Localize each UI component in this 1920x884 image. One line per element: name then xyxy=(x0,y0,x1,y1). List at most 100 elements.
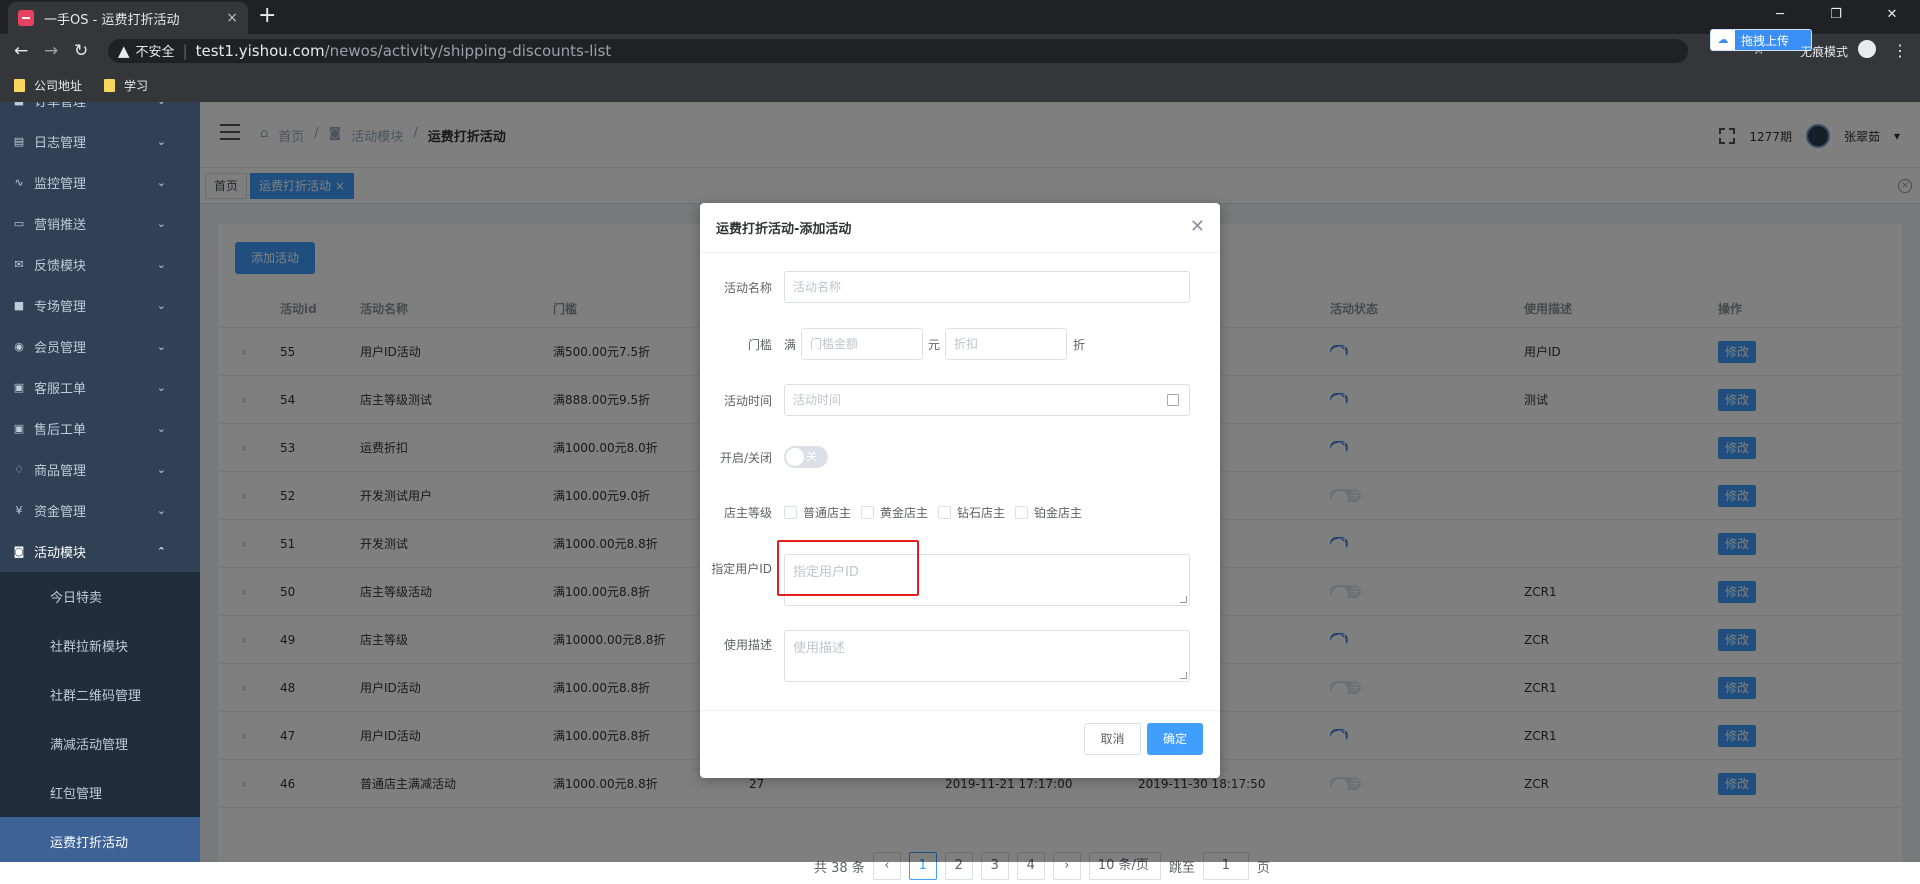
toggle-label: 开启/关闭 xyxy=(719,450,772,465)
threshold-amount-input[interactable]: 门槛金额 xyxy=(801,328,924,360)
monitor-icon: ∿ xyxy=(14,176,24,189)
yen-icon: ¥ xyxy=(15,504,23,517)
site-favicon-icon xyxy=(18,10,34,26)
sidebar: ■ 订单管理 ⌄ ▤ 日志管理 ⌄ ∿ 监控管理 ⌄ ▭ 营销推送 ⌄ ✉ 反馈模块 ⌄ ■ 专场管理… xyxy=(0,102,200,862)
sidebar-item-funds[interactable]: ¥ 资金管理 ⌄ xyxy=(0,490,200,531)
sidebar-item-members[interactable]: ◉ 会员管理 ⌄ xyxy=(0,326,200,367)
minimize-icon[interactable]: ─ xyxy=(1752,0,1808,30)
browser-tab-strip: 一手OS - 运费打折活动 × + ─ ❐ ✕ xyxy=(0,0,1920,34)
zhe-label: 折 xyxy=(1073,337,1086,352)
sidebar-subitem-shipping-discount[interactable]: 运费打折活动 xyxy=(0,817,200,862)
sidebar-item-push[interactable]: ▭ 营销推送 ⌄ xyxy=(0,203,200,244)
tab-close-icon[interactable]: × xyxy=(226,10,238,26)
enable-switch[interactable]: 关 xyxy=(784,446,828,468)
browser-tab[interactable]: 一手OS - 运费打折活动 × xyxy=(8,2,248,34)
bookmark-folder[interactable]: 公司地址 xyxy=(14,77,82,94)
push-icon: ▭ xyxy=(13,217,25,230)
activity-name-input[interactable]: 活动名称 xyxy=(784,271,1190,303)
dialog-title: 运费打折活动-添加活动 xyxy=(700,203,1220,253)
back-icon[interactable]: ← xyxy=(14,41,28,61)
sidebar-item-cs-ticket[interactable]: ▣ 客服工单 ⌄ xyxy=(0,367,200,408)
discount-input[interactable]: 折扣 xyxy=(945,328,1068,360)
chevron-down-icon: ⌄ xyxy=(156,217,166,230)
sidebar-item-monitor[interactable]: ∿ 监控管理 ⌄ xyxy=(0,162,200,203)
description-textarea[interactable]: 使用描述 xyxy=(784,630,1190,682)
calendar-icon xyxy=(1167,394,1179,406)
level-checkbox[interactable]: 普通店主 xyxy=(784,504,851,521)
chevron-down-icon: ⌄ xyxy=(156,463,166,476)
folder-icon xyxy=(14,79,25,92)
chevron-down-icon: ⌄ xyxy=(157,102,166,107)
member-icon: ◉ xyxy=(14,340,24,353)
bookmark-label: 学习 xyxy=(124,79,149,93)
chevron-down-icon: ⌄ xyxy=(156,340,166,353)
log-icon: ▤ xyxy=(13,135,25,148)
bookmark-label: 公司地址 xyxy=(34,79,83,93)
url-field[interactable]: ▲ 不安全 | test1.yishou.com/newos/activity/shi… xyxy=(108,39,1688,63)
level-checkbox[interactable]: 铂金店主 xyxy=(1015,504,1082,521)
sidebar-item-goods[interactable]: ♢ 商品管理 ⌄ xyxy=(0,449,200,490)
url-path: /newos/activity/shipping-discounts-list xyxy=(324,42,612,60)
sidebar-item-label: 订单管理 xyxy=(34,102,87,110)
close-window-icon[interactable]: ✕ xyxy=(1864,0,1920,30)
checkbox-label: 普通店主 xyxy=(803,505,852,520)
new-tab-button[interactable]: + xyxy=(258,5,276,27)
sidebar-item-special[interactable]: ■ 专场管理 ⌄ xyxy=(0,285,200,326)
sidebar-item-aftersale[interactable]: ▣ 售后工单 ⌄ xyxy=(0,408,200,449)
level-checkbox[interactable]: 钻石店主 xyxy=(938,504,1005,521)
sidebar-subitem-fullcut[interactable]: 满减活动管理 xyxy=(0,719,200,768)
sidebar-item-activity[interactable]: ◙ 活动模块 ⌃ xyxy=(0,531,200,572)
order-icon: ■ xyxy=(12,102,26,107)
sidebar-item-label: 会员管理 xyxy=(34,341,87,356)
highlight-annotation-box xyxy=(777,540,919,596)
sidebar-item-orders[interactable]: ■ 订单管理 ⌄ xyxy=(0,102,200,121)
sidebar-item-label: 活动模块 xyxy=(34,546,87,561)
reload-icon[interactable]: ↻ xyxy=(74,41,88,61)
sidebar-subitem-redpacket[interactable]: 红包管理 xyxy=(0,768,200,817)
special-icon: ■ xyxy=(13,299,25,312)
browser-menu-icon[interactable]: ⋮ xyxy=(1892,41,1908,60)
bookmark-folder[interactable]: 学习 xyxy=(104,77,148,94)
confirm-button[interactable]: 确定 xyxy=(1147,723,1203,755)
name-label: 活动名称 xyxy=(723,280,772,295)
forward-icon[interactable]: → xyxy=(44,41,58,61)
url-host: test1.yishou.com xyxy=(195,42,325,60)
incognito-icon xyxy=(1858,40,1876,58)
checkbox-label: 铂金店主 xyxy=(1034,505,1083,520)
form-row-time: 活动时间 活动时间 xyxy=(700,384,1220,416)
gamepad-icon: ◙ xyxy=(13,545,25,558)
sidebar-item-label: 监控管理 xyxy=(34,177,87,192)
desc-label: 使用描述 xyxy=(723,638,772,652)
address-bar: ← → ↻ ▲ 不安全 | test1.yishou.com/newos/activi… xyxy=(0,34,1920,68)
checkbox-label: 黄金店主 xyxy=(880,505,929,520)
aftersale-icon: ▣ xyxy=(13,422,25,435)
checkbox-icon xyxy=(1015,505,1029,519)
sidebar-item-logs[interactable]: ▤ 日志管理 ⌄ xyxy=(0,121,200,162)
sidebar-item-label: 反馈模块 xyxy=(34,259,87,274)
sidebar-subitem-community-new[interactable]: 社群拉新模块 xyxy=(0,621,200,670)
chevron-up-icon: ⌃ xyxy=(156,545,166,558)
folder-icon xyxy=(104,79,115,92)
sidebar-item-feedback[interactable]: ✉ 反馈模块 ⌄ xyxy=(0,244,200,285)
checkbox-icon xyxy=(784,505,797,519)
sidebar-item-label: 日志管理 xyxy=(34,136,87,151)
activity-time-picker[interactable]: 活动时间 xyxy=(784,384,1190,416)
level-checkbox[interactable]: 黄金店主 xyxy=(861,504,928,521)
add-activity-dialog: 运费打折活动-添加活动 ✕ 活动名称 活动名称 门槛 满 门槛金额 元 折扣 折… xyxy=(700,203,1220,778)
chevron-down-icon: ⌄ xyxy=(156,299,166,312)
incognito-label: 无痕模式 xyxy=(1800,45,1849,59)
drag-upload-button[interactable]: ☁ 拖拽上传 xyxy=(1710,29,1812,51)
form-row-level: 店主等级 普通店主 黄金店主 钻石店主 铂金店主 xyxy=(700,502,1220,522)
cancel-button[interactable]: 取消 xyxy=(1084,723,1141,755)
time-placeholder: 活动时间 xyxy=(793,393,842,407)
sidebar-subitem-qrcode[interactable]: 社群二维码管理 xyxy=(0,670,200,719)
url-separator: | xyxy=(182,42,188,60)
form-row-toggle: 开启/关闭 关 xyxy=(700,446,1220,468)
dialog-close-icon[interactable]: ✕ xyxy=(1190,218,1205,236)
restore-icon[interactable]: ❐ xyxy=(1808,0,1864,30)
baidu-cloud-icon: ☁ xyxy=(1711,30,1735,50)
form-row-threshold: 门槛 满 门槛金额 元 折扣 折 xyxy=(700,328,1220,360)
sidebar-subitem-today-sale[interactable]: 今日特卖 xyxy=(0,572,200,621)
bookmarks-bar: 公司地址 学习 xyxy=(0,68,1920,102)
security-label: 不安全 xyxy=(135,45,175,60)
